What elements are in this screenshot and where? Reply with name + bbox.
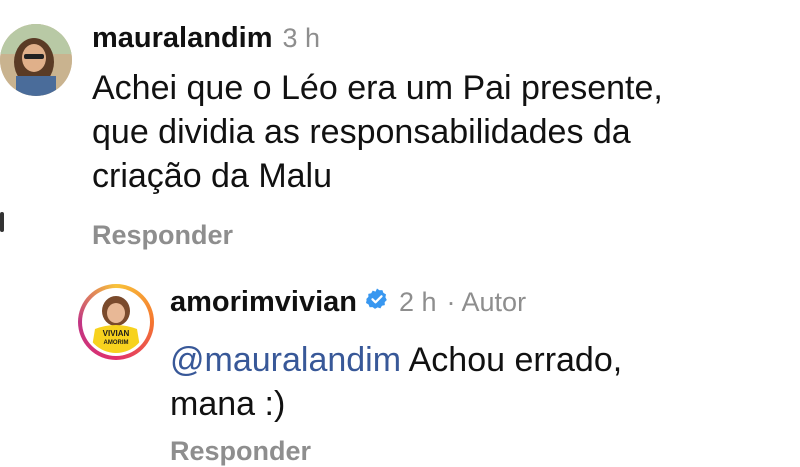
verified-badge-icon	[365, 288, 387, 309]
avatar-story-ring[interactable]: VIVIAN AMORIM	[78, 284, 154, 360]
comment-text-line: Achei que o Léo era um Pai presente,	[92, 69, 663, 107]
comment-text-line: @mauralandim Achou errado,	[170, 338, 790, 382]
comment-text-line: mana :)	[170, 385, 286, 423]
reply-button[interactable]: Responder	[92, 220, 233, 251]
comment-time: 2 h	[398, 287, 437, 317]
author-tag: · Autor	[446, 287, 527, 317]
comment-time: 3 h	[282, 23, 321, 53]
comment-username[interactable]: amorimvivian	[170, 286, 357, 319]
comment: mauralandim 3 h Achei que o Léo era um P…	[92, 22, 792, 198]
scroll-edge	[0, 212, 4, 232]
comment-text-segment: Achou errado,	[401, 341, 623, 379]
reply-button[interactable]: Responder	[170, 436, 311, 467]
comment-text: Achei que o Léo era um Pai presente, que…	[92, 66, 792, 198]
reply-comment: amorimvivian 2 h · Autor @mauralandim Ac…	[170, 286, 790, 426]
avatar-photo-icon	[0, 24, 72, 96]
comment-header: amorimvivian 2 h · Autor	[170, 286, 790, 326]
comment-text-line: que dividia as responsabilidades da	[92, 113, 631, 151]
avatar-ring-gap: VIVIAN AMORIM	[82, 288, 150, 356]
mention-link[interactable]: @mauralandim	[170, 341, 401, 379]
avatar-logo-text: AMORIM	[104, 340, 129, 346]
comment-text: @mauralandim Achou errado, mana :)	[170, 338, 790, 426]
comment-username[interactable]: mauralandim	[92, 22, 273, 55]
comment-text-line: criação da Malu	[92, 157, 333, 195]
avatar: VIVIAN AMORIM	[85, 291, 147, 353]
comment-header: mauralandim 3 h	[92, 22, 792, 62]
avatar-photo-icon: VIVIAN AMORIM	[85, 291, 147, 353]
avatar[interactable]	[0, 24, 72, 96]
avatar-logo-text: VIVIAN	[103, 329, 130, 338]
